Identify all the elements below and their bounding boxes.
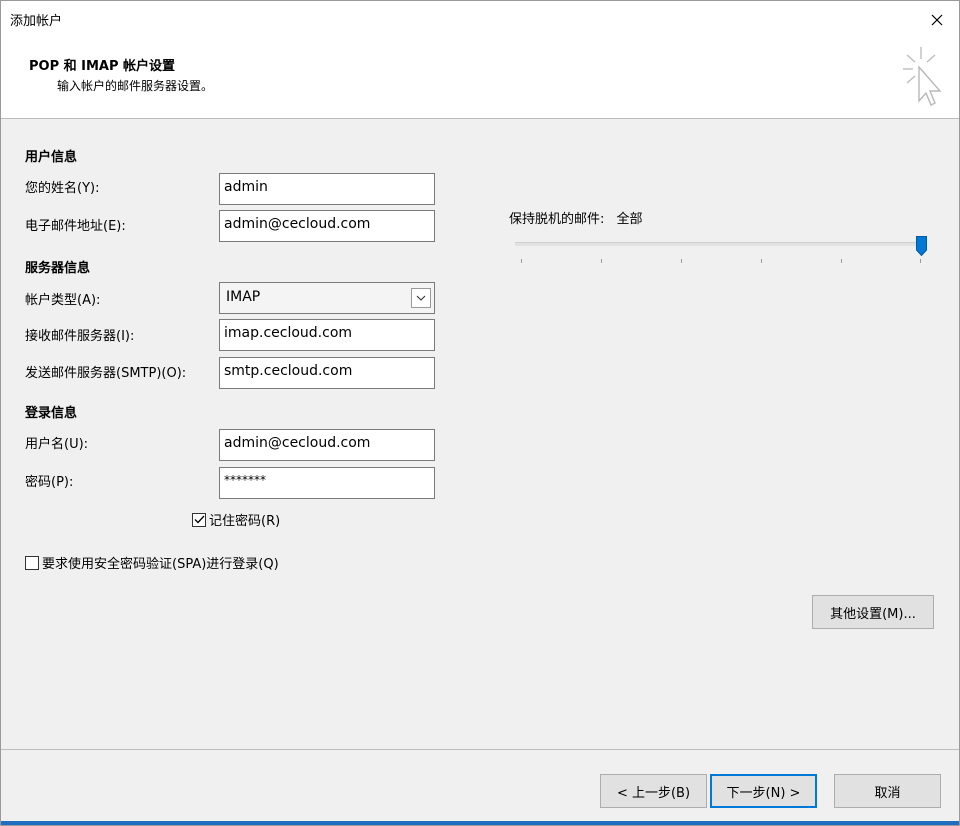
outgoing-server-label: 发送邮件服务器(SMTP)(O): xyxy=(25,366,187,381)
slider-tick xyxy=(761,259,762,263)
title-bar: 添加帐户 xyxy=(1,1,959,39)
name-field[interactable]: admin xyxy=(219,173,435,205)
offline-mail-value: 全部 xyxy=(616,212,643,227)
offline-slider-track[interactable] xyxy=(515,242,923,246)
name-label: 您的姓名(Y): xyxy=(25,181,100,196)
close-button[interactable] xyxy=(915,1,959,39)
password-label: 密码(P): xyxy=(25,475,74,490)
offline-mail-label-text: 保持脱机的邮件: xyxy=(509,212,605,227)
slider-tick xyxy=(920,259,921,263)
remember-password-checkbox[interactable]: 记住密码(R) xyxy=(192,510,280,529)
close-icon xyxy=(931,14,943,26)
taskbar-edge xyxy=(1,821,959,825)
back-button[interactable]: < 上一步(B) xyxy=(600,774,707,808)
dialog-header: POP 和 IMAP 帐户设置 输入帐户的邮件服务器设置。 xyxy=(1,39,959,119)
incoming-server-field[interactable]: imap.cecloud.com xyxy=(219,319,435,351)
slider-tick xyxy=(601,259,602,263)
spa-checkbox[interactable]: 要求使用安全密码验证(SPA)进行登录(Q) xyxy=(25,553,279,572)
wizard-cursor-icon xyxy=(903,47,942,106)
next-button[interactable]: 下一步(N) > xyxy=(710,774,817,808)
spa-label: 要求使用安全密码验证(SPA)进行登录(Q) xyxy=(42,557,279,572)
login-info-heading: 登录信息 xyxy=(25,406,78,421)
slider-tick xyxy=(521,259,522,263)
header-subtitle: 输入帐户的邮件服务器设置。 xyxy=(57,79,214,93)
server-info-heading: 服务器信息 xyxy=(25,261,91,276)
footer-divider xyxy=(1,749,959,750)
email-label: 电子邮件地址(E): xyxy=(25,219,126,234)
username-label: 用户名(U): xyxy=(25,437,89,452)
account-type-label: 帐户类型(A): xyxy=(25,293,101,308)
password-field[interactable]: ******* xyxy=(219,467,435,499)
account-type-value: IMAP xyxy=(226,289,261,305)
email-field[interactable]: admin@cecloud.com xyxy=(219,210,435,242)
checkbox-checked-icon xyxy=(192,512,206,527)
chevron-down-icon[interactable] xyxy=(411,288,431,308)
checkbox-unchecked-icon xyxy=(25,555,39,570)
outgoing-server-field[interactable]: smtp.cecloud.com xyxy=(219,357,435,389)
add-account-dialog: 添加帐户 POP 和 IMAP 帐户设置 输入帐户的邮件服务器设置。 用户信息 … xyxy=(0,0,960,826)
window-title: 添加帐户 xyxy=(10,14,63,29)
cancel-button[interactable]: 取消 xyxy=(834,774,941,808)
incoming-server-label: 接收邮件服务器(I): xyxy=(25,329,135,344)
remember-password-label: 记住密码(R) xyxy=(209,514,281,529)
user-info-heading: 用户信息 xyxy=(25,150,78,165)
username-field[interactable]: admin@cecloud.com xyxy=(219,429,435,461)
offline-mail-label: 保持脱机的邮件: 全部 xyxy=(509,208,643,227)
slider-tick xyxy=(841,259,842,263)
offline-slider-thumb[interactable] xyxy=(916,236,927,256)
more-settings-button[interactable]: 其他设置(M)... xyxy=(812,595,934,629)
account-type-select[interactable]: IMAP xyxy=(219,282,435,314)
slider-tick xyxy=(681,259,682,263)
header-title: POP 和 IMAP 帐户设置 xyxy=(29,59,176,74)
